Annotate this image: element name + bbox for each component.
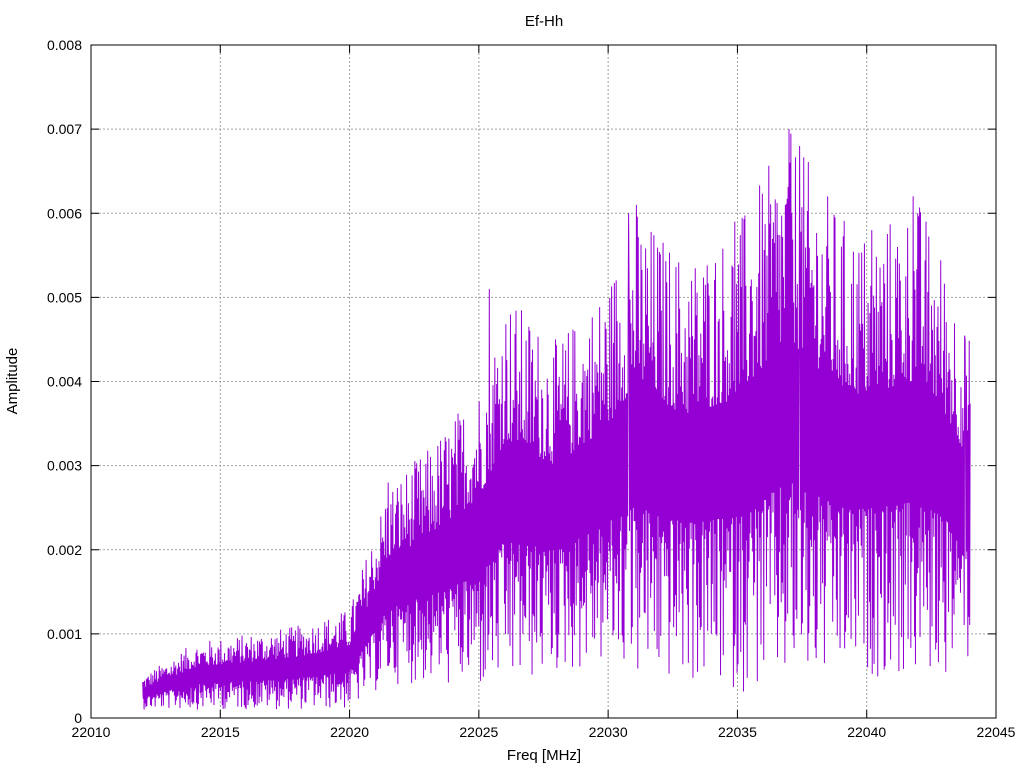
y-tick-label: 0.001 [47,626,82,642]
x-axis-label: Freq [MHz] [507,747,581,764]
y-tick-label: 0.007 [47,121,82,137]
y-tick-label: 0 [74,710,82,726]
x-tick-label: 22010 [72,724,111,740]
x-tick-labels: 22010 22015 22020 22025 22030 22035 22040 22045 [72,724,1016,740]
series-line [142,129,971,710]
x-tick-label: 22035 [718,724,757,740]
series-path [142,129,971,710]
x-tick-label: 22040 [847,724,886,740]
x-tick-label: 22045 [977,724,1016,740]
y-axis-label: Amplitude [4,348,21,415]
x-tick-label: 22025 [459,724,498,740]
x-tick-label: 22020 [330,724,369,740]
x-tick-label: 22015 [201,724,240,740]
y-tick-label: 0.005 [47,289,82,305]
chart: 22010 22015 22020 22025 22030 22035 22040 22045… [4,13,1016,764]
y-tick-label: 0.008 [47,37,82,53]
x-tick-label: 22030 [589,724,628,740]
y-tick-label: 0.003 [47,458,82,474]
y-tick-labels: 0 0.001 0.002 0.003 0.004 0.005 0.006 0.007 0.00… [47,37,82,726]
y-tick-label: 0.006 [47,205,82,221]
y-tick-label: 0.004 [47,374,82,390]
chart-title: Ef-Hh [525,13,563,30]
y-tick-label: 0.002 [47,542,82,558]
